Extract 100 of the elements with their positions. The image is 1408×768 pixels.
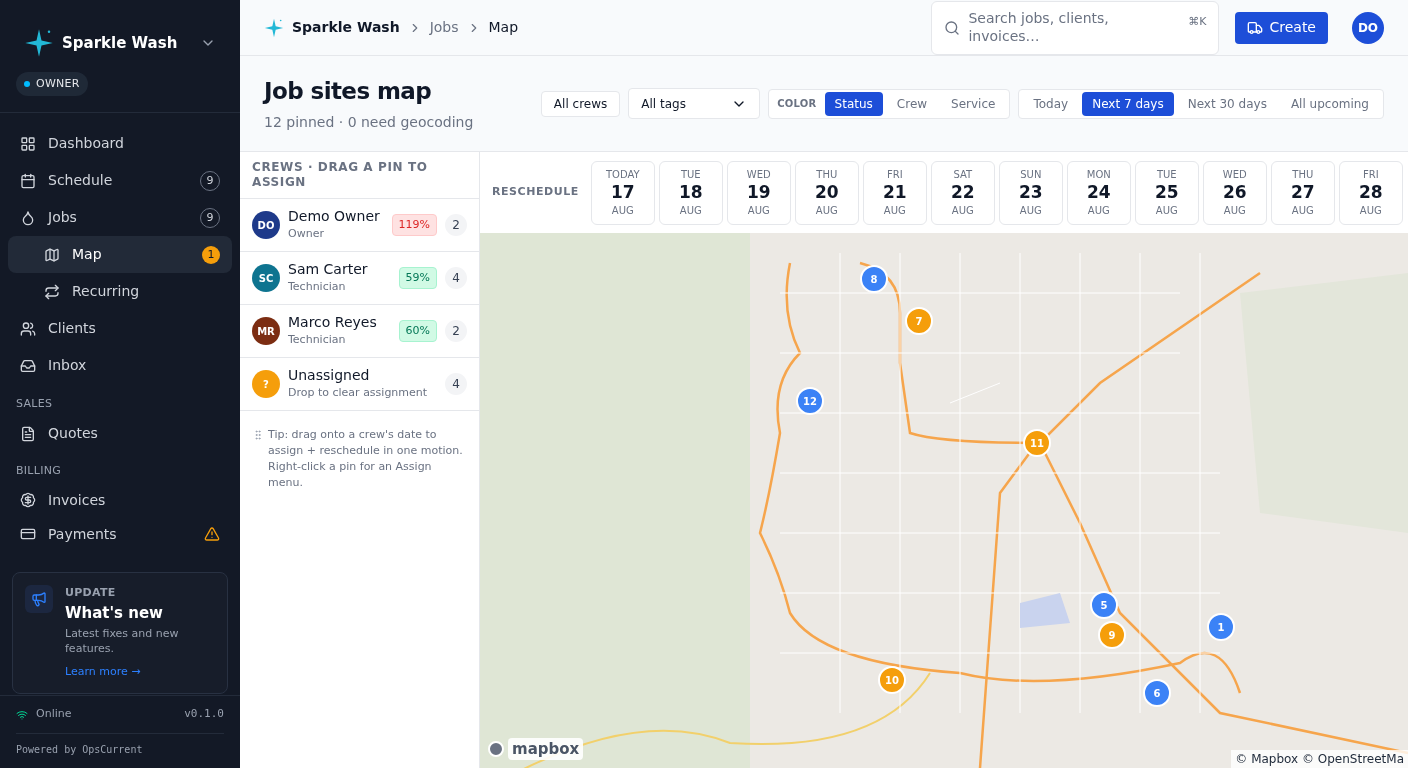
job-count: 4 — [445, 373, 467, 395]
nav-item[interactable]: Dashboard — [8, 125, 232, 163]
reschedule-label: RESCHEDULE — [492, 184, 579, 201]
day-drop-target[interactable]: WED 26 AUG — [1202, 160, 1267, 225]
truck-icon — [1247, 19, 1264, 36]
wifi-icon — [16, 708, 28, 721]
document-icon — [20, 425, 36, 442]
day-drop-target[interactable]: MON 24 AUG — [1066, 160, 1131, 225]
dollar-icon — [20, 492, 36, 509]
load-badge: 119% — [391, 213, 437, 237]
tip-text: Tip: drag onto a crew's date to assign + reschedule in one motion. Right-click a pin for an Assign menu. — [268, 427, 464, 491]
map-pin[interactable]: 1 — [1207, 613, 1235, 641]
nav-item[interactable]: Jobs 9 — [8, 199, 232, 237]
day-drop-target[interactable]: SAT 22 AUG — [930, 160, 995, 225]
color-option[interactable]: Service — [941, 91, 1006, 116]
crew-role: Technician — [288, 278, 347, 295]
color-label: COLOR — [776, 97, 818, 111]
crew-role: Drop to clear assignment — [288, 384, 428, 401]
page-subtitle: 12 pinned · 0 need geocoding — [264, 113, 474, 133]
nav-item[interactable]: Recurring — [8, 273, 232, 311]
crew-name: Unassigned — [288, 367, 371, 385]
breadcrumb[interactable]: Sparkle Wash — [292, 17, 400, 38]
map-attribution[interactable]: © Mapbox © OpenStreetMa — [1231, 750, 1408, 768]
nav-item[interactable]: Clients — [8, 310, 232, 348]
calendar-icon — [20, 172, 36, 189]
map-pin[interactable]: 8 — [860, 265, 888, 293]
day-drop-target[interactable]: FRI 21 AUG — [862, 160, 927, 225]
nav-item[interactable]: Schedule 9 — [8, 162, 232, 200]
repeat-icon — [44, 283, 60, 300]
dashboard-icon — [20, 135, 36, 152]
day-drop-target[interactable]: THU 27 AUG — [1270, 160, 1335, 225]
day-drop-target[interactable]: THU 20 AUG — [794, 160, 859, 225]
update-text: Latest fixes and new features. — [65, 626, 180, 657]
crew-avatar: DO — [252, 211, 280, 239]
tags-dropdown[interactable]: All tags — [628, 88, 761, 119]
nav-item[interactable]: Payments — [8, 517, 232, 552]
color-option[interactable]: Status — [824, 91, 883, 116]
crew-name: Sam Carter — [288, 261, 368, 279]
page-title: Job sites map — [264, 76, 433, 106]
crews-filter[interactable]: All crews — [540, 90, 621, 117]
search-icon — [944, 19, 961, 36]
crew-row[interactable]: SC Sam Carter Technician 59% 4 — [240, 252, 479, 305]
map-logo: mapbox — [508, 737, 584, 760]
droplet-icon — [20, 209, 36, 226]
update-title: What's new — [65, 602, 164, 624]
day-drop-target[interactable]: WED 19 AUG — [726, 160, 791, 225]
user-avatar[interactable]: DO — [1352, 11, 1384, 44]
map-pin[interactable]: 5 — [1090, 591, 1118, 619]
learn-more-link[interactable]: Learn more → — [65, 664, 215, 681]
brand-name: Sparkle Wash — [62, 32, 178, 54]
section-heading: BILLING — [15, 462, 62, 479]
inbox-icon — [20, 357, 36, 374]
range-option[interactable]: All upcoming — [1280, 91, 1379, 116]
day-drop-target[interactable]: SUN 23 AUG — [998, 160, 1063, 225]
grip-icon — [252, 429, 264, 441]
job-count: 2 — [445, 214, 467, 236]
nav-item[interactable]: Quotes — [8, 416, 232, 451]
crew-role: Technician — [288, 331, 347, 348]
day-drop-target[interactable]: TUE 25 AUG — [1134, 160, 1199, 225]
count-badge: 1 — [202, 245, 220, 264]
range-option[interactable]: Next 30 days — [1177, 91, 1277, 116]
section-heading: SALES — [15, 396, 54, 413]
map-pin[interactable]: 6 — [1143, 679, 1171, 707]
crew-name: Demo Owner — [288, 208, 380, 226]
range-option[interactable]: Next 7 days — [1082, 91, 1174, 116]
role-badge: OWNER — [16, 71, 88, 97]
crews-heading: CREWS · DRAG A PIN TO ASSIGN — [240, 152, 479, 199]
map-pin[interactable]: 12 — [796, 387, 824, 415]
breadcrumb[interactable]: Jobs — [429, 17, 459, 38]
sparkle-logo-icon — [264, 17, 284, 38]
users-icon — [20, 320, 36, 337]
crew-name: Marco Reyes — [288, 314, 377, 332]
day-drop-target[interactable]: TODAY 17 AUG — [590, 160, 655, 225]
nav-item[interactable]: Map 1 — [8, 236, 232, 274]
nav-item[interactable]: Inbox — [8, 347, 232, 385]
job-count: 2 — [445, 320, 467, 342]
nav-item[interactable]: Invoices — [8, 483, 232, 518]
search-field[interactable]: Search jobs, clients, invoices… ⌘K — [931, 0, 1220, 55]
crew-avatar: SC — [252, 264, 280, 292]
megaphone-icon — [25, 585, 53, 613]
map[interactable]: 8 7 12 11 5 9 1 10 6 mapbox © Mapbox © OpenStreetMa — [480, 233, 1408, 768]
version-text: v0.1.0 — [184, 706, 224, 723]
crew-avatar: MR — [252, 317, 280, 345]
color-option[interactable]: Crew — [886, 91, 938, 116]
day-drop-target[interactable]: TUE 18 AUG — [658, 160, 723, 225]
status-text: Online — [36, 706, 72, 723]
update-eyebrow: UPDATE — [65, 585, 117, 601]
job-count: 4 — [445, 267, 467, 289]
load-badge: 60% — [398, 319, 437, 343]
powered-by-text: Powered by OpsCurrent — [16, 743, 144, 757]
load-badge: 59% — [398, 266, 437, 290]
map-icon — [44, 246, 60, 263]
crew-role: Owner — [288, 225, 325, 242]
create-button[interactable]: Create — [1235, 11, 1328, 44]
crew-row[interactable]: ? Unassigned Drop to clear assignment 4 — [240, 358, 479, 411]
crew-avatar: ? — [252, 370, 280, 398]
day-drop-target[interactable]: FRI 28 AUG — [1338, 160, 1403, 225]
shortcut-hint: ⌘K — [1188, 13, 1207, 30]
range-option[interactable]: Today — [1023, 91, 1079, 116]
breadcrumb: Map — [488, 18, 519, 37]
